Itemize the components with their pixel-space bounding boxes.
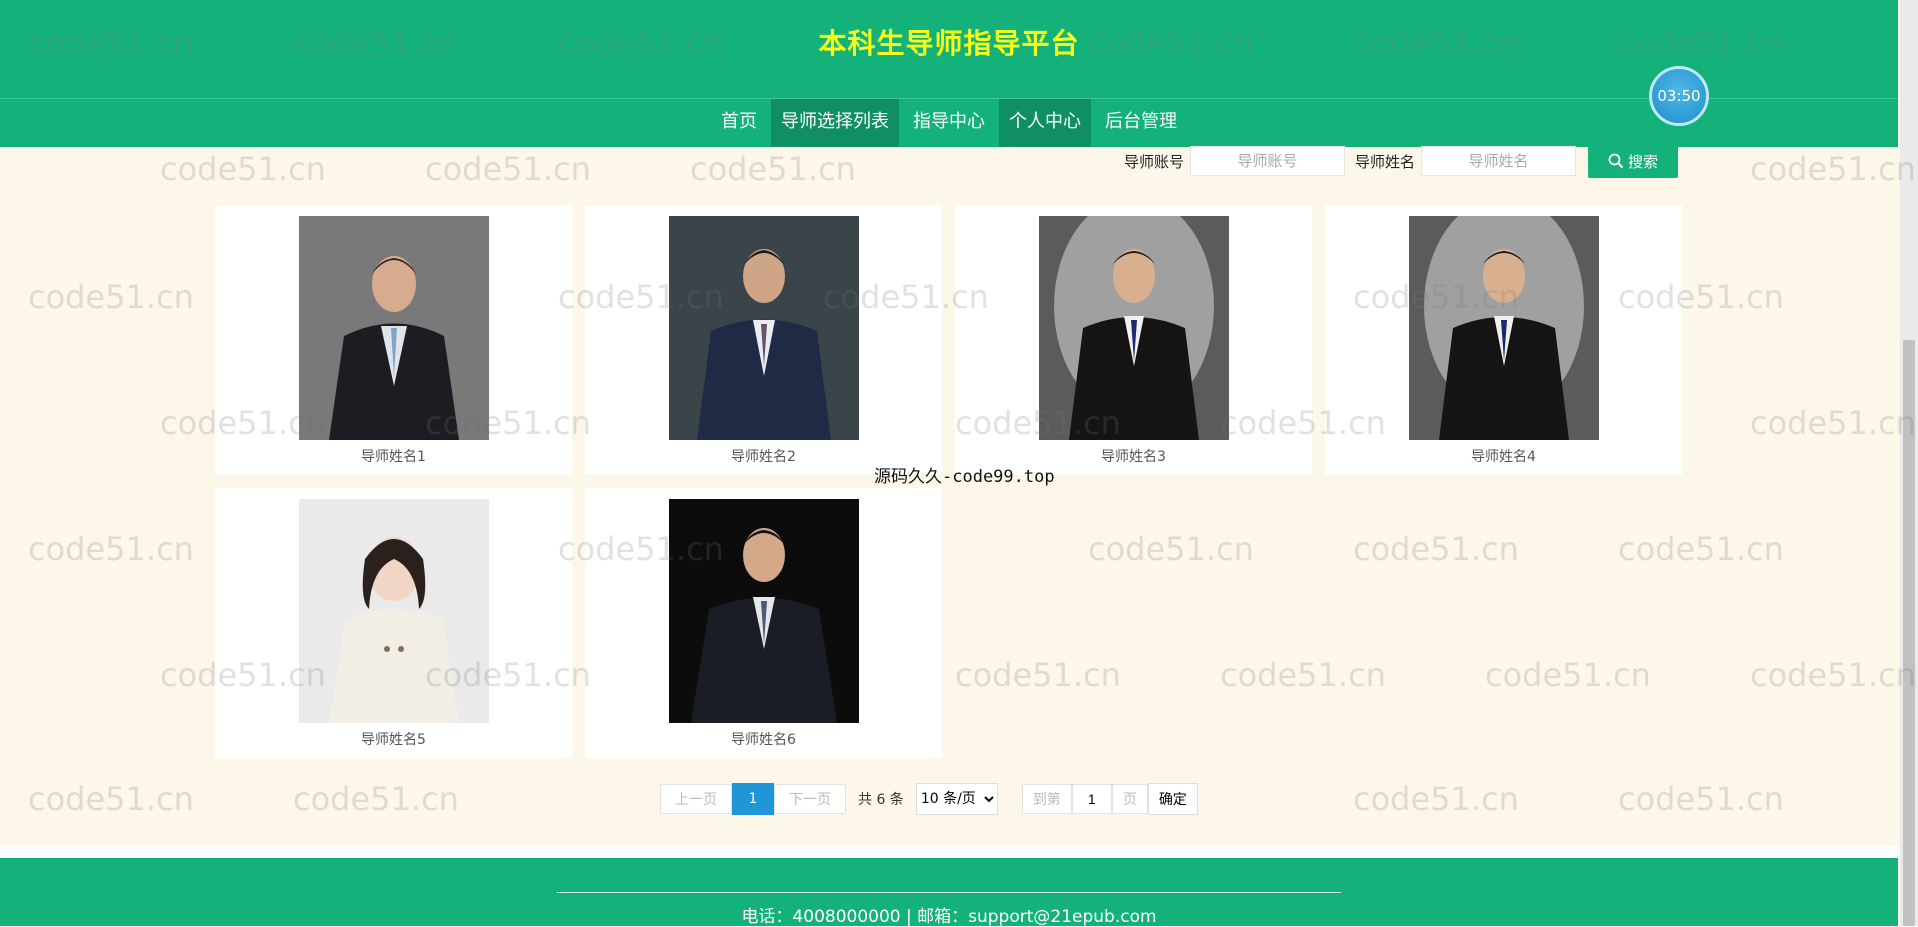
goto-suffix: 页 (1111, 784, 1148, 814)
watermark: code51.cn (1485, 656, 1651, 694)
watermark: code51.cn (1088, 530, 1254, 568)
watermark: code51.cn (28, 530, 194, 568)
watermark: code51.cn (1353, 780, 1519, 818)
footer-divider (557, 892, 1341, 893)
tutor-photo (669, 499, 859, 723)
goto-confirm-button[interactable]: 确定 (1147, 783, 1198, 815)
tutor-name: 导师姓名5 (361, 732, 426, 748)
main-nav: 首页 导师选择列表 指导中心 个人中心 后台管理 (0, 99, 1898, 147)
tutor-photo (299, 216, 489, 440)
tutor-name: 导师姓名6 (731, 732, 796, 748)
nav-item-home[interactable]: 首页 (711, 99, 767, 147)
site-title: 本科生导师指导平台 (818, 27, 1080, 60)
watermark: code51.cn (1353, 530, 1519, 568)
account-label: 导师账号 (1123, 152, 1184, 171)
tutor-card[interactable]: 导师姓名3 (955, 205, 1312, 475)
search-bar: 导师账号 导师姓名 搜索 (1114, 144, 1678, 178)
next-page-button[interactable]: 下一页 (774, 784, 846, 814)
tutor-card[interactable]: 导师姓名5 (215, 488, 572, 758)
prev-page-button[interactable]: 上一页 (660, 784, 732, 814)
scrollbar-thumb[interactable] (1903, 340, 1915, 926)
watermark: code51.cn (160, 150, 326, 188)
watermark: code51.cn (1750, 656, 1916, 694)
tutor-photo (1039, 216, 1229, 440)
watermark: code51.cn (955, 656, 1121, 694)
pagination: 上一页 1 下一页 共 6 条 10 条/页 到第 页 确定 (660, 783, 1198, 815)
watermark: code51.cn (1618, 530, 1784, 568)
tutor-card[interactable]: 导师姓名2 (585, 205, 942, 475)
nav-item-guidance-center[interactable]: 指导中心 (903, 99, 995, 147)
footer-spacer (0, 845, 1898, 858)
tutor-card[interactable]: 导师姓名6 (585, 488, 942, 758)
tutor-name: 导师姓名4 (1471, 449, 1536, 465)
page-scrollbar[interactable] (1900, 0, 1918, 926)
watermark: code51.cn (1750, 150, 1916, 188)
tutor-photo (1409, 216, 1599, 440)
tutor-card[interactable]: 导师姓名1 (215, 205, 572, 475)
total-count: 共 6 条 (858, 792, 904, 808)
footer-contact: 电话：4008000000 | 邮箱：support@21epub.com (741, 907, 1157, 927)
goto-page-input[interactable] (1071, 784, 1112, 814)
nav-item-admin[interactable]: 后台管理 (1095, 99, 1187, 147)
watermark: code51.cn (1618, 780, 1784, 818)
footer: 电话：4008000000 | 邮箱：support@21epub.com (0, 858, 1898, 927)
watermark: code51.cn (690, 150, 856, 188)
page-size-select[interactable]: 10 条/页 (915, 783, 998, 815)
name-input[interactable] (1421, 146, 1576, 176)
nav-item-tutor-list[interactable]: 导师选择列表 (771, 99, 899, 147)
watermark: code51.cn (1750, 404, 1916, 442)
tutor-card[interactable]: 导师姓名4 (1325, 205, 1682, 475)
nav-item-personal-center[interactable]: 个人中心 (999, 99, 1091, 147)
watermark: code51.cn (425, 150, 591, 188)
overlay-text: 源码久久-code99.top (874, 467, 1055, 487)
tutor-name: 导师姓名1 (361, 449, 426, 465)
watermark: code51.cn (28, 780, 194, 818)
watermark: code51.cn (1220, 656, 1386, 694)
search-button-label: 搜索 (1627, 152, 1658, 171)
search-button[interactable]: 搜索 (1588, 144, 1678, 178)
header: 本科生导师指导平台 首页 导师选择列表 指导中心 个人中心 后台管理 03:50 (0, 0, 1898, 147)
tutor-photo (669, 216, 859, 440)
timer-badge: 03:50 (1649, 66, 1709, 126)
name-label: 导师姓名 (1354, 152, 1415, 171)
tutor-photo (299, 499, 489, 723)
account-input[interactable] (1189, 146, 1345, 176)
page-number-button[interactable]: 1 (732, 783, 774, 815)
search-icon (1608, 153, 1624, 169)
watermark: code51.cn (293, 780, 459, 818)
goto-prefix: 到第 (1021, 784, 1072, 814)
watermark: code51.cn (28, 278, 194, 316)
